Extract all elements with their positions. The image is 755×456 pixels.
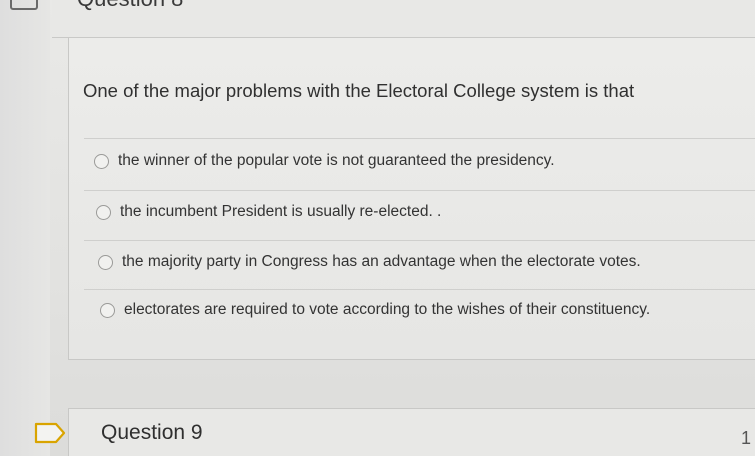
question-9-title: Question 9 — [101, 421, 203, 444]
flag-icon[interactable] — [10, 0, 38, 10]
answer-choice-b[interactable]: the incumbent President is usually re-el… — [96, 203, 441, 221]
divider — [84, 289, 755, 290]
choice-label: the majority party in Congress has an ad… — [122, 253, 641, 270]
bookmark-flag-icon[interactable] — [34, 422, 66, 444]
choice-label: electorates are required to vote accordi… — [124, 301, 651, 318]
choice-label: the incumbent President is usually re-el… — [120, 203, 442, 220]
radio-button[interactable] — [98, 254, 113, 270]
answer-choice-c[interactable]: the majority party in Congress has an ad… — [98, 253, 641, 271]
question-8-title: Question 8 — [77, 0, 183, 12]
left-gutter — [0, 0, 50, 456]
radio-button[interactable] — [100, 302, 115, 318]
divider — [84, 190, 755, 191]
question-9-points: 1 — [741, 428, 752, 448]
question-prompt: One of the major problems with the Elect… — [83, 80, 635, 101]
choice-label: the winner of the popular vote is not gu… — [118, 152, 555, 169]
answer-choice-a[interactable]: the winner of the popular vote is not gu… — [94, 152, 555, 170]
answer-choice-d[interactable]: electorates are required to vote accordi… — [100, 301, 650, 319]
quiz-page: Question 8 One of the major problems wit… — [0, 0, 755, 456]
divider — [84, 138, 755, 139]
radio-button[interactable] — [94, 153, 109, 169]
divider — [84, 240, 755, 241]
radio-button[interactable] — [96, 204, 111, 220]
